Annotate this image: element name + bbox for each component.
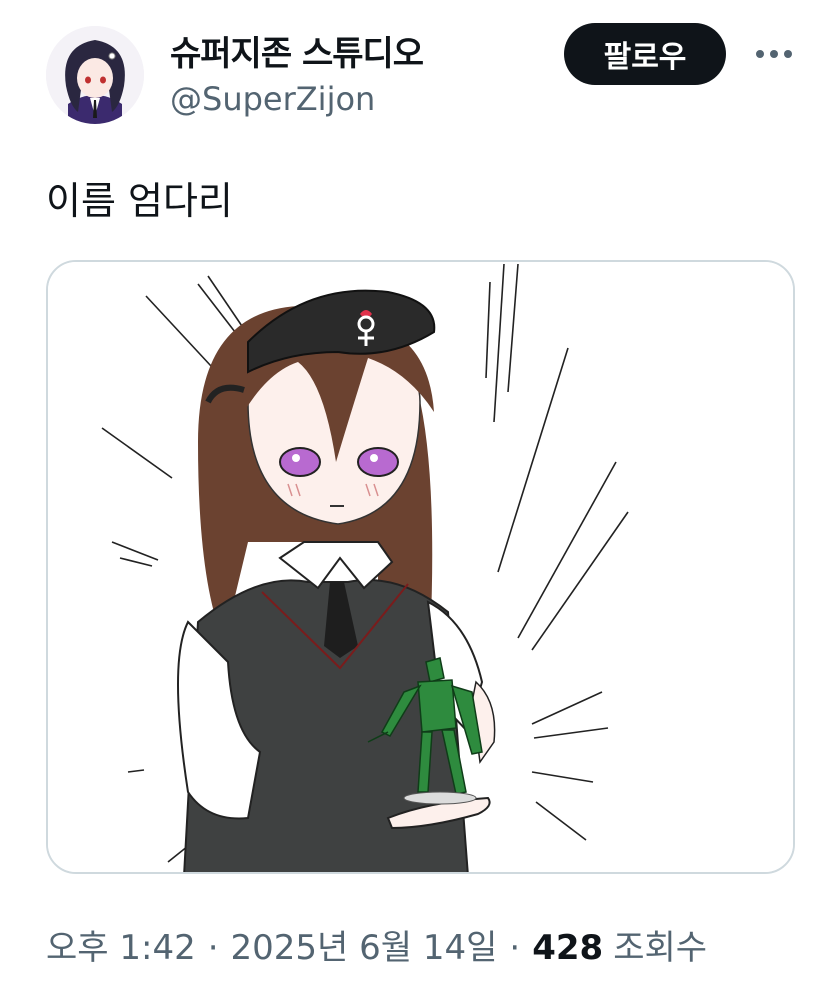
- author-display-name[interactable]: 슈퍼지존 스튜디오: [170, 26, 424, 75]
- more-options-button[interactable]: [746, 32, 802, 76]
- avatar-illustration: [46, 26, 144, 124]
- post-header: 슈퍼지존 스튜디오 @SuperZijon 팔로우: [0, 0, 840, 150]
- author-handle[interactable]: @SuperZijon: [170, 80, 375, 118]
- meta-separator: ·: [509, 928, 521, 968]
- views-count[interactable]: 428: [532, 928, 603, 968]
- post-time[interactable]: 오후 1:42: [46, 920, 196, 969]
- post-media[interactable]: [46, 260, 795, 874]
- more-horizontal-icon-dot: [770, 50, 778, 58]
- more-horizontal-icon-dot: [784, 50, 792, 58]
- post-meta: 오후 1:42 · 2025년 6월 14일 · 428 조회수: [46, 920, 707, 969]
- media-illustration: [48, 262, 793, 872]
- follow-button[interactable]: 팔로우: [564, 23, 726, 85]
- post-text: 이름 엄다리: [46, 179, 233, 223]
- author-avatar[interactable]: [46, 26, 144, 124]
- more-horizontal-icon: [756, 50, 764, 58]
- views-label[interactable]: 조회수: [613, 920, 707, 969]
- meta-separator: ·: [207, 928, 219, 968]
- post-date[interactable]: 2025년 6월 14일: [231, 920, 498, 969]
